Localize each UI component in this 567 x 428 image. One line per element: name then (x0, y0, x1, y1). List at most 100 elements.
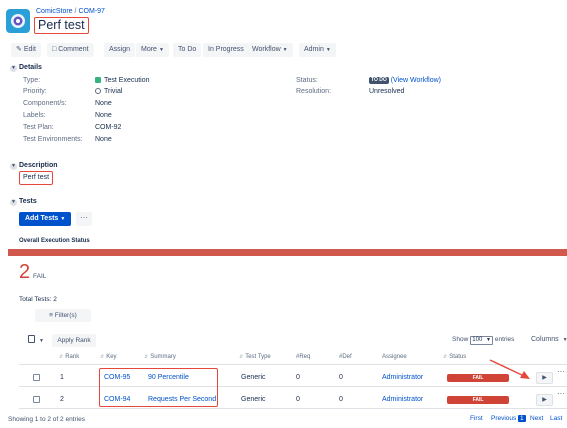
entries-select[interactable]: 100 ▼ (470, 336, 493, 345)
total-tests: Total Tests: 2 (19, 296, 57, 303)
overall-status-bar (8, 249, 567, 256)
column-header-def[interactable]: #Def (339, 354, 352, 360)
row-req: 0 (296, 374, 300, 381)
filter-button[interactable]: ≡ Filter(s) (35, 309, 91, 322)
workflow-button[interactable]: Workflow ▼ (247, 43, 293, 57)
row-checkbox[interactable] (33, 374, 40, 381)
edit-label: Edit (23, 46, 36, 53)
showing-entries: Showing 1 to 2 of 2 entries (8, 416, 85, 423)
to-do-button[interactable]: To Do (173, 43, 202, 57)
sort-icon: ⇵ (239, 354, 244, 360)
test-environments-value: None (95, 136, 112, 143)
pagination-last[interactable]: Last (550, 415, 562, 422)
description-text[interactable]: Perf test (19, 171, 54, 185)
test-environments-label: Test Environments: (23, 136, 83, 143)
row-assignee-link[interactable]: Administrator (382, 374, 423, 381)
more-dots-icon: ··· (80, 213, 88, 222)
trivial-priority-icon (95, 88, 101, 94)
overall-execution-status-label: Overall Execution Status (19, 238, 90, 244)
tests-heading[interactable]: ▼ Tests (10, 198, 37, 206)
row-rank: 2 (60, 396, 64, 403)
test-execution-icon (95, 77, 101, 83)
row-checkbox[interactable] (33, 396, 40, 403)
description-heading[interactable]: ▼ Description (10, 162, 58, 170)
issue-title-text: Perf test (38, 18, 85, 32)
sort-icon: ⇵ (100, 354, 105, 360)
row-req: 0 (296, 396, 300, 403)
more-button[interactable]: More ▼ (136, 43, 169, 57)
comment-button[interactable]: □ Comment (47, 43, 94, 57)
in-progress-button[interactable]: In Progress (203, 43, 249, 57)
sort-icon: ⇵ (59, 354, 64, 360)
test-plan-link[interactable]: COM-92 (95, 124, 121, 131)
fail-count: 2 (19, 261, 31, 283)
details-heading[interactable]: ▼ Details (10, 64, 42, 72)
column-header-rank[interactable]: ⇵ Rank (59, 354, 79, 360)
chevron-down-icon: ▼ (485, 337, 491, 343)
pagination-previous[interactable]: Previous (491, 415, 516, 422)
assign-label: Assign (109, 46, 131, 53)
breadcrumb-project[interactable]: ComicStore (36, 8, 73, 15)
chevron-down-icon: ▼ (39, 338, 44, 344)
column-header-test-type[interactable]: ⇵ Test Type (239, 354, 271, 360)
view-workflow-link[interactable]: (View Workflow) (391, 77, 441, 84)
column-header-req[interactable]: #Req (296, 354, 310, 360)
execute-test-button[interactable]: ▶ (536, 372, 553, 384)
highlight-box (99, 368, 218, 407)
chevron-down-icon: ▼ (562, 337, 567, 343)
column-header-key[interactable]: ⇵ Key (100, 354, 117, 360)
breadcrumb-separator: / (74, 8, 77, 15)
test-plan-label: Test Plan: (23, 124, 54, 131)
status-label: Status: (296, 77, 318, 84)
status-badge: FAIL (447, 374, 509, 382)
to-do-label: To Do (178, 46, 197, 53)
components-label: Component/s: (23, 100, 67, 107)
show-entries: Show 100 ▼ entries (452, 336, 514, 345)
comment-label: Comment (58, 46, 89, 53)
document-grid-icon (28, 335, 35, 343)
pagination-first[interactable]: First (470, 415, 483, 422)
row-assignee-link[interactable]: Administrator (382, 396, 423, 403)
add-tests-label: Add Tests (25, 215, 59, 222)
add-tests-button[interactable]: Add Tests ▼ (19, 212, 72, 226)
column-header-assignee[interactable]: Assignee (382, 354, 407, 360)
breadcrumb-issue[interactable]: COM-97 (78, 8, 104, 15)
assign-button[interactable]: Assign (104, 43, 136, 57)
entries-select-value: 100 (472, 337, 483, 343)
comment-icon: □ (52, 46, 57, 53)
apply-rank-button[interactable]: Apply Rank (52, 334, 96, 347)
column-view-button[interactable]: ▼ (28, 334, 44, 347)
tests-heading-text: Tests (19, 198, 37, 205)
description-text-value: Perf test (23, 174, 50, 181)
priority-label: Priority: (23, 88, 47, 95)
collapse-toggle-icon: ▼ (10, 65, 17, 72)
pagination-current[interactable]: 1 (518, 415, 526, 422)
edit-button[interactable]: ✎ Edit (11, 43, 41, 57)
admin-button[interactable]: Admin ▼ (299, 43, 336, 57)
column-header-status-text: Status (449, 354, 467, 360)
admin-label: Admin (304, 46, 324, 53)
play-icon: ▶ (542, 397, 547, 403)
column-header-key-text: Key (106, 354, 117, 360)
tests-more-button[interactable]: ··· (76, 212, 92, 226)
columns-button[interactable]: Columns ▼ (531, 336, 567, 343)
workflow-label: Workflow (252, 46, 281, 53)
collapse-toggle-icon: ▼ (10, 199, 17, 206)
execute-test-button[interactable]: ▶ (536, 394, 553, 406)
project-avatar[interactable] (6, 9, 30, 33)
fail-count-label: FAIL (33, 273, 47, 280)
column-header-status[interactable]: ⇵ Status (443, 354, 466, 360)
row-def: 0 (339, 374, 343, 381)
row-test-type: Generic (241, 374, 266, 381)
row-test-type: Generic (241, 396, 266, 403)
issue-title[interactable]: Perf test (34, 17, 89, 34)
columns-label: Columns (531, 336, 559, 343)
row-actions-icon[interactable]: ··· (557, 367, 565, 376)
column-header-summary[interactable]: ⇵ Summary (144, 354, 176, 360)
row-actions-icon[interactable]: ··· (557, 389, 565, 398)
column-header-rank-text: Rank (65, 354, 80, 360)
row-def: 0 (339, 396, 343, 403)
status-badge: FAIL (447, 396, 509, 404)
pagination-next[interactable]: Next (530, 415, 543, 422)
in-progress-label: In Progress (208, 46, 244, 53)
